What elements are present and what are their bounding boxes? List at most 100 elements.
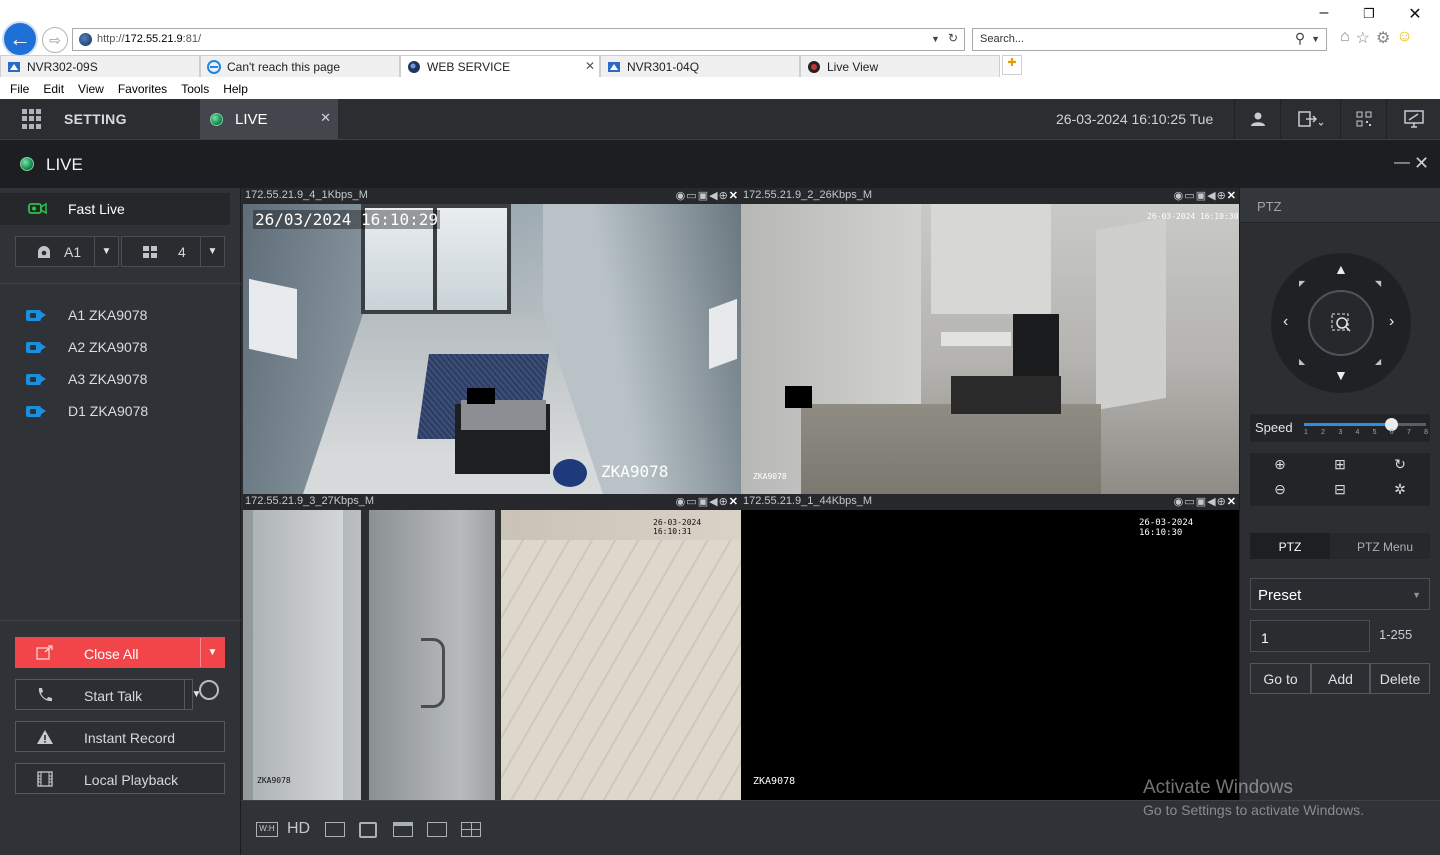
- delete-button[interactable]: Delete: [1370, 663, 1430, 694]
- snapshot-icon[interactable]: ▣: [1196, 190, 1207, 202]
- audio-icon[interactable]: ◀: [709, 190, 718, 202]
- close-icon[interactable]: ✕: [1227, 496, 1237, 508]
- zoom-out-icon[interactable]: ⊖: [1267, 481, 1293, 503]
- monitor-icon[interactable]: [1386, 99, 1440, 139]
- tab-nvr301[interactable]: NVR301-04Q: [600, 55, 800, 77]
- live-tab[interactable]: LIVE ✕: [200, 99, 338, 139]
- tab-ptz-menu[interactable]: PTZ Menu: [1340, 533, 1430, 559]
- stream-icon[interactable]: ▭: [686, 190, 697, 202]
- back-button[interactable]: ←: [2, 21, 38, 57]
- ptz-downright-arrow-icon[interactable]: ◢: [1375, 357, 1381, 366]
- ptz-upright-arrow-icon[interactable]: ◥: [1375, 279, 1381, 288]
- audio-icon[interactable]: ◀: [1207, 190, 1216, 202]
- start-talk-button[interactable]: Start Talk ▼: [15, 679, 201, 710]
- menu-file[interactable]: File: [0, 79, 29, 99]
- image-adjust-icon[interactable]: [325, 822, 345, 837]
- local-playback-button[interactable]: Local Playback: [15, 763, 225, 794]
- zoom-in-icon[interactable]: ⊕: [1267, 456, 1293, 478]
- ptz-right-arrow-icon[interactable]: ›: [1389, 313, 1394, 331]
- single-view-icon[interactable]: [393, 822, 413, 837]
- talk-status-icon[interactable]: [199, 680, 219, 700]
- hd-button[interactable]: HD: [287, 820, 310, 837]
- ptz-upleft-arrow-icon[interactable]: ◤: [1299, 279, 1305, 288]
- menu-view[interactable]: View: [68, 79, 104, 99]
- restore-window-button[interactable]: ❐: [1358, 6, 1380, 22]
- eye-icon[interactable]: ◉: [1174, 190, 1185, 202]
- fast-live-button[interactable]: Fast Live: [0, 193, 230, 225]
- refresh-icon[interactable]: ↻: [948, 31, 958, 45]
- user-icon[interactable]: [1234, 99, 1280, 139]
- menu-help[interactable]: Help: [213, 79, 248, 99]
- address-dropdown-icon[interactable]: ▼: [931, 31, 940, 45]
- menu-edit[interactable]: Edit: [33, 79, 64, 99]
- snapshot-icon[interactable]: ▣: [698, 190, 709, 202]
- zoom-icon[interactable]: ⊕: [719, 496, 729, 508]
- smiley-feedback-icon[interactable]: ☺: [1396, 28, 1412, 48]
- preset-type-select[interactable]: Preset ▼: [1250, 578, 1430, 610]
- aspect-ratio-button[interactable]: W:H: [256, 822, 278, 837]
- address-bar[interactable]: http://172.55.21.9:81/ ▼ ↻: [72, 28, 965, 51]
- qr-code-icon[interactable]: [1340, 99, 1386, 139]
- layout-select[interactable]: 4 ▼: [121, 236, 225, 267]
- goto-button[interactable]: Go to: [1250, 663, 1311, 694]
- zoom-icon[interactable]: ⊕: [1217, 496, 1227, 508]
- tab-live-view[interactable]: Live View: [800, 55, 1000, 77]
- gear-icon[interactable]: ⚙: [1376, 28, 1390, 48]
- logout-icon[interactable]: [1280, 99, 1340, 139]
- channel-select[interactable]: A1 ▼: [15, 236, 119, 267]
- auto-scan-icon[interactable]: ↻: [1387, 456, 1413, 478]
- speed-slider[interactable]: [1304, 418, 1426, 431]
- close-all-button[interactable]: Close All ▼: [15, 637, 225, 668]
- video-tile[interactable]: 172.55.21.9_3_27Kbps_M ◉▭▣◀⊕✕ 26-03-2024…: [243, 494, 741, 800]
- camera-list-item[interactable]: A3 ZKA9078: [26, 368, 147, 390]
- chevron-down-icon[interactable]: ▼: [200, 237, 224, 266]
- menu-favorites[interactable]: Favorites: [108, 79, 167, 99]
- ptz-center-button[interactable]: [1308, 290, 1374, 356]
- tab-cant-reach[interactable]: Can't reach this page: [200, 55, 400, 77]
- eye-icon[interactable]: ◉: [676, 190, 687, 202]
- zoom-icon[interactable]: ⊕: [719, 190, 729, 202]
- video-tile[interactable]: 172.55.21.9_2_26Kbps_M ◉▭▣◀⊕✕ 26-03-2024…: [741, 188, 1239, 494]
- ptz-down-arrow-icon[interactable]: ▼: [1334, 367, 1348, 383]
- instant-record-button[interactable]: Instant Record: [15, 721, 225, 752]
- camera-list-item[interactable]: A2 ZKA9078: [26, 336, 147, 358]
- ptz-downleft-arrow-icon[interactable]: ◣: [1299, 357, 1305, 366]
- snapshot-icon[interactable]: ▣: [698, 496, 709, 508]
- fullscreen-icon[interactable]: [359, 822, 377, 838]
- stream-icon[interactable]: ▭: [1184, 496, 1195, 508]
- chevron-down-icon[interactable]: ▼: [94, 237, 118, 266]
- camera-list-item[interactable]: D1 ZKA9078: [26, 400, 148, 422]
- favorites-star-icon[interactable]: ☆: [1356, 28, 1370, 48]
- one-split-icon[interactable]: [427, 822, 447, 837]
- forward-button[interactable]: ⇨: [42, 27, 68, 53]
- close-icon[interactable]: ✕: [1414, 153, 1429, 174]
- home-icon[interactable]: ⌂: [1340, 28, 1350, 48]
- tab-ptz[interactable]: PTZ: [1250, 533, 1330, 559]
- tab-nvr302[interactable]: NVR302-09S: [0, 55, 200, 77]
- eye-icon[interactable]: ◉: [1174, 496, 1185, 508]
- close-icon[interactable]: ✕: [729, 496, 739, 508]
- ptz-direction-wheel[interactable]: ▲ ▼ ‹ › ◤ ◥ ◣ ◢: [1271, 253, 1411, 393]
- ptz-left-arrow-icon[interactable]: ‹: [1283, 313, 1288, 331]
- chevron-down-icon[interactable]: ▼: [200, 638, 224, 667]
- search-icon[interactable]: ⚲: [1295, 30, 1305, 47]
- iris-icon[interactable]: ✲: [1387, 481, 1413, 503]
- minimize-icon[interactable]: —: [1394, 154, 1410, 172]
- zoom-icon[interactable]: ⊕: [1217, 190, 1227, 202]
- snapshot-icon[interactable]: ▣: [1196, 496, 1207, 508]
- search-dropdown-icon[interactable]: ▼: [1311, 30, 1320, 47]
- camera-list-item[interactable]: A1 ZKA9078: [26, 304, 147, 326]
- tab-close-icon[interactable]: ✕: [585, 59, 595, 73]
- minimize-window-button[interactable]: –: [1313, 4, 1335, 22]
- ptz-up-arrow-icon[interactable]: ▲: [1334, 261, 1348, 277]
- preset-number-input[interactable]: 1: [1250, 620, 1370, 652]
- close-icon[interactable]: ✕: [1227, 190, 1237, 202]
- close-icon[interactable]: ✕: [729, 190, 739, 202]
- audio-icon[interactable]: ◀: [709, 496, 718, 508]
- eye-icon[interactable]: ◉: [676, 496, 687, 508]
- tab-web-service[interactable]: WEB SERVICE ✕: [400, 55, 600, 77]
- video-tile[interactable]: 172.55.21.9_1_44Kbps_M ◉▭▣◀⊕✕ 26-03-2024…: [741, 494, 1239, 800]
- four-split-icon[interactable]: [461, 822, 481, 837]
- stream-icon[interactable]: ▭: [686, 496, 697, 508]
- stream-icon[interactable]: ▭: [1184, 190, 1195, 202]
